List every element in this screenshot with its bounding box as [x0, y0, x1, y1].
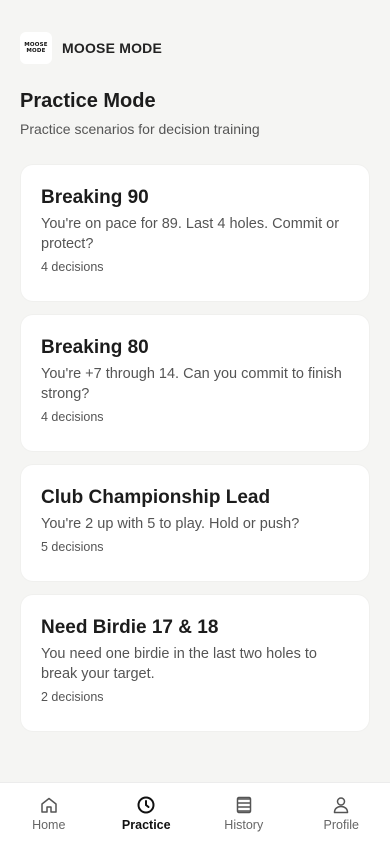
nav-item-profile[interactable]: Profile: [293, 783, 390, 844]
nav-label-practice: Practice: [121, 818, 171, 832]
scenario-card-club-championship-lead[interactable]: Club Championship Lead You're 2 up with …: [21, 465, 369, 581]
scenario-card-need-birdie[interactable]: Need Birdie 17 & 18 You need one birdie …: [21, 595, 369, 731]
nav-label-profile: Profile: [323, 818, 359, 832]
scenario-title: Breaking 80: [41, 337, 149, 358]
scenario-decision-count: 4 decisions: [41, 410, 104, 424]
nav-label-home: Home: [32, 818, 66, 832]
practice-screen: MOOSE MODE MOOSE MODE Practice Mode Prac…: [0, 0, 390, 844]
page-subtitle: Practice scenarios for decision training: [20, 121, 260, 137]
scenario-description: You need one birdie in the last two hole…: [41, 646, 317, 682]
scenario-title: Breaking 90: [41, 187, 149, 208]
scenario-title: Need Birdie 17 & 18: [41, 617, 219, 638]
nav-item-history[interactable]: History: [195, 783, 293, 844]
clock-icon: [137, 796, 155, 814]
page-title: Practice Mode: [20, 90, 156, 112]
logo-line-2: MODE: [26, 48, 46, 54]
home-icon: [41, 797, 57, 813]
person-icon: [334, 797, 349, 814]
scenario-description: You're 2 up with 5 to play. Hold or push…: [41, 516, 300, 532]
nav-label-history: History: [224, 818, 264, 832]
scenario-decision-count: 2 decisions: [41, 690, 104, 704]
scenario-card-breaking-80[interactable]: Breaking 80 You're +7 through 14. Can yo…: [21, 315, 369, 451]
brand-header: MOOSE MODE MOOSE MODE: [20, 32, 162, 64]
nav-item-practice[interactable]: Practice: [98, 783, 196, 844]
scenario-decision-count: 4 decisions: [41, 260, 104, 274]
scenario-description: You're on pace for 89. Last 4 holes. Com…: [41, 216, 340, 252]
brand-name: MOOSE MODE: [62, 40, 163, 56]
nav-item-home[interactable]: Home: [0, 783, 98, 844]
scenario-description: You're +7 through 14. Can you commit to …: [41, 366, 342, 402]
scenario-decision-count: 5 decisions: [41, 540, 104, 554]
list-icon: [236, 796, 251, 814]
bottom-nav: Home Practice History Profile: [0, 782, 390, 844]
moose-mode-logo: MOOSE MODE: [20, 32, 52, 64]
scenario-title: Club Championship Lead: [41, 487, 271, 508]
scenario-card-breaking-90[interactable]: Breaking 90 You're on pace for 89. Last …: [21, 165, 369, 301]
